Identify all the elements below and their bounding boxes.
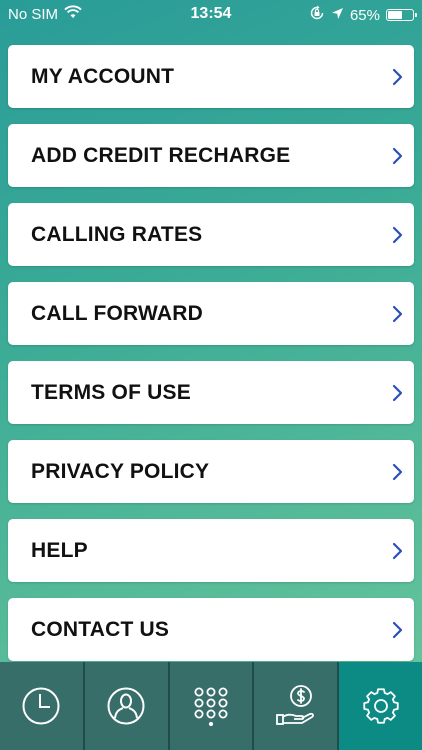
chevron-right-icon (392, 542, 403, 559)
chevron-right-icon (392, 384, 403, 401)
menu-item-label: CONTACT US (31, 617, 170, 641)
contacts-icon (107, 687, 145, 725)
menu-item-label: CALL FORWARD (31, 301, 203, 325)
menu-item-label: TERMS OF USE (31, 380, 191, 404)
chevron-right-icon (392, 226, 403, 243)
menu-item-label: PRIVACY POLICY (31, 459, 210, 483)
status-right: 65% (309, 5, 417, 25)
settings-menu: MY ACCOUNT ADD CREDIT RECHARGE CALLING R… (8, 45, 414, 677)
menu-item-calling-rates[interactable]: CALLING RATES (8, 203, 414, 266)
menu-item-contact-us[interactable]: CONTACT US (8, 598, 414, 661)
menu-item-label: ADD CREDIT RECHARGE (31, 143, 291, 167)
tab-credit[interactable] (254, 662, 340, 750)
chevron-right-icon (392, 305, 403, 322)
battery-icon (386, 9, 417, 21)
chevron-right-icon (392, 147, 403, 164)
tab-settings[interactable] (339, 662, 422, 750)
menu-item-terms-of-use[interactable]: TERMS OF USE (8, 361, 414, 424)
dialpad-icon (194, 687, 228, 726)
chevron-right-icon (392, 463, 403, 480)
menu-item-privacy-policy[interactable]: PRIVACY POLICY (8, 440, 414, 503)
chevron-right-icon (392, 621, 403, 638)
chevron-right-icon (392, 68, 403, 85)
menu-item-add-credit-recharge[interactable]: ADD CREDIT RECHARGE (8, 124, 414, 187)
tab-bar (0, 662, 422, 750)
location-icon (331, 7, 344, 24)
menu-item-my-account[interactable]: MY ACCOUNT (8, 45, 414, 108)
gear-icon (362, 688, 399, 724)
credit-icon (275, 685, 314, 725)
menu-item-label: CALLING RATES (31, 222, 203, 246)
status-bar: No SIM 13:54 65% (0, 0, 422, 30)
battery-fill (388, 11, 403, 19)
orientation-lock-icon (309, 5, 325, 25)
menu-item-label: HELP (31, 538, 88, 562)
menu-item-help[interactable]: HELP (8, 519, 414, 582)
menu-item-label: MY ACCOUNT (31, 64, 175, 88)
tab-contacts[interactable] (84, 662, 170, 750)
battery-percent: 65% (349, 6, 380, 24)
tab-dialpad[interactable] (169, 662, 255, 750)
clock-icon (22, 687, 60, 725)
menu-item-call-forward[interactable]: CALL FORWARD (8, 282, 414, 345)
tab-recents[interactable] (0, 662, 85, 750)
